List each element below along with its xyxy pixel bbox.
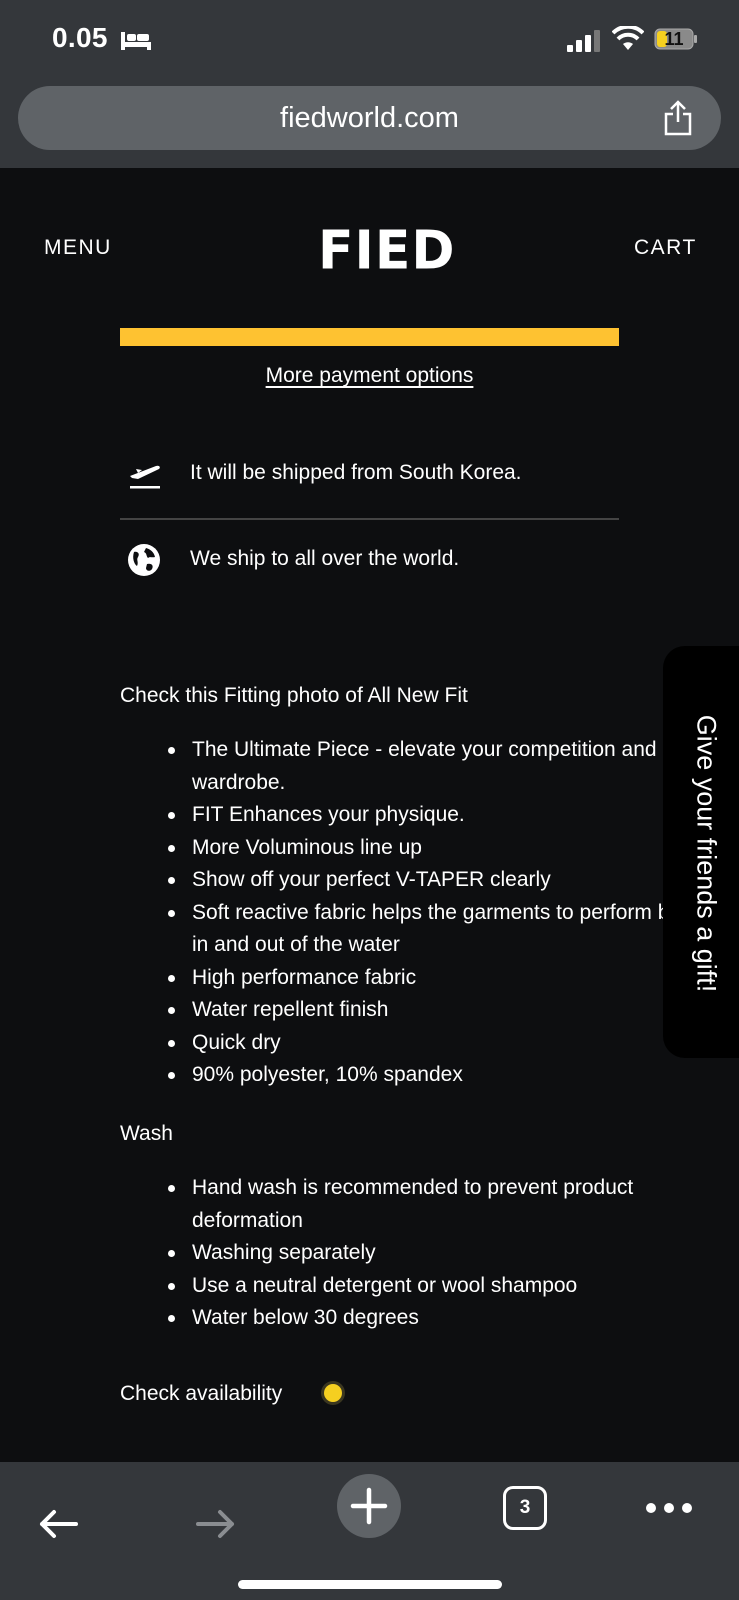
list-item: Soft reactive fabric helps the garments … — [168, 897, 712, 962]
forward-arrow-icon[interactable] — [186, 1496, 242, 1552]
airplane-departure-icon — [130, 465, 160, 489]
list-item: 90% polyester, 10% spandex — [168, 1059, 712, 1092]
list-item: Water below 30 degrees — [168, 1302, 712, 1335]
wash-list: Hand wash is recommended to prevent prod… — [120, 1172, 712, 1335]
browser-top-bar: fiedworld.com — [0, 82, 739, 168]
plus-icon — [350, 1487, 388, 1525]
shipping-origin-row: It will be shipped from South Korea. — [120, 446, 619, 520]
list-item: More Voluminous line up — [168, 832, 712, 865]
battery-icon: 11 — [654, 28, 698, 50]
battery-level: 11 — [664, 29, 684, 49]
wash-heading: Wash — [120, 1122, 173, 1145]
shipping-origin-text: It will be shipped from South Korea. — [190, 461, 522, 484]
gift-side-tab[interactable]: Give your friends a gift! — [663, 646, 739, 1058]
list-item: Show off your perfect V-TAPER clearly — [168, 864, 712, 897]
more-payment-options-link[interactable]: More payment options — [0, 364, 739, 388]
globe-icon — [128, 544, 160, 576]
bed-icon — [121, 32, 151, 50]
back-arrow-icon[interactable] — [32, 1496, 88, 1552]
menu-link[interactable]: MENU — [44, 236, 112, 260]
cart-link[interactable]: CART — [634, 236, 697, 260]
share-icon[interactable] — [663, 100, 693, 136]
worldwide-shipping-row: We ship to all over the world. — [120, 532, 619, 592]
status-time: 0.05 — [52, 22, 108, 53]
site-logo[interactable]: FIED — [318, 220, 456, 281]
address-bar[interactable]: fiedworld.com — [18, 86, 721, 150]
browser-bottom-toolbar: 3 — [0, 1462, 739, 1600]
signal-icon — [567, 30, 600, 52]
fit-heading: Check this Fitting photo of All New Fit — [120, 684, 468, 707]
list-item: FIT Enhances your physique. — [168, 799, 712, 832]
worldwide-shipping-text: We ship to all over the world. — [190, 547, 460, 570]
gift-tab-label[interactable]: Give your friends a gift! — [691, 648, 722, 1060]
url-text[interactable]: fiedworld.com — [18, 102, 721, 135]
tabs-icon[interactable]: 3 — [503, 1486, 547, 1530]
tab-count: 3 — [519, 1497, 531, 1518]
payment-button[interactable] — [120, 328, 619, 346]
availability-status-dot — [324, 1384, 342, 1402]
list-item: Water repellent finish — [168, 994, 712, 1027]
list-item: Use a neutral detergent or wool shampoo — [168, 1270, 712, 1303]
wifi-icon — [612, 26, 644, 50]
list-item: Washing separately — [168, 1237, 712, 1270]
more-dots-icon[interactable] — [646, 1502, 692, 1514]
status-bar: 0.05 11 — [0, 0, 739, 82]
check-availability-label[interactable]: Check availability — [120, 1382, 282, 1406]
list-item: Hand wash is recommended to prevent prod… — [168, 1172, 712, 1237]
list-item: Quick dry — [168, 1027, 712, 1060]
new-tab-button[interactable] — [337, 1474, 401, 1538]
list-item: High performance fabric — [168, 962, 712, 995]
list-item: The Ultimate Piece - elevate your compet… — [168, 734, 712, 799]
home-indicator[interactable] — [238, 1580, 502, 1589]
feature-list: The Ultimate Piece - elevate your compet… — [120, 734, 712, 1092]
